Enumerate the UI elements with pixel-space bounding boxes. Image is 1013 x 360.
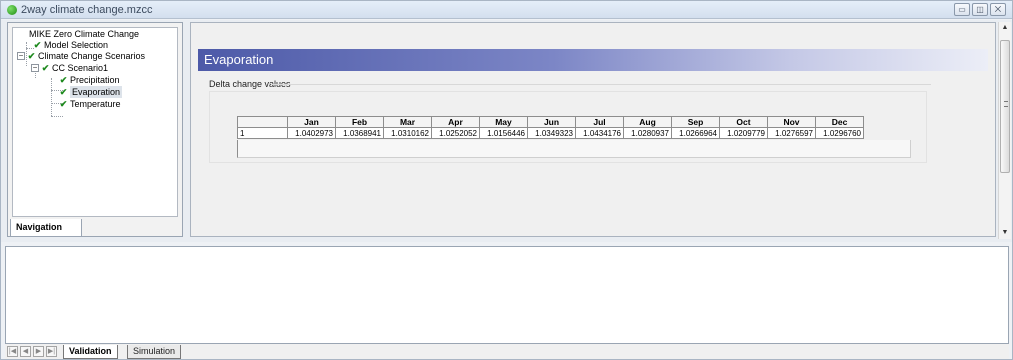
check-icon: ✔ (59, 75, 68, 85)
minimize-button[interactable]: ▭ (954, 3, 970, 16)
restore-button[interactable]: ◫ (972, 3, 988, 16)
table-cell[interactable]: 1.0402973 (287, 127, 336, 139)
check-icon: ✔ (41, 63, 50, 73)
content-panel: Evaporation Delta change values Jan Feb … (190, 22, 996, 237)
table-cell[interactable]: 1.0434176 (575, 127, 624, 139)
main-window: 2way climate change.mzcc ▭ ◫ ⨉ MIKE Zero… (0, 0, 1013, 360)
row-number-cell[interactable]: 1 (237, 127, 288, 139)
window-controls: ▭ ◫ ⨉ (954, 3, 1006, 16)
column-header[interactable]: Jan (287, 116, 336, 128)
column-header[interactable]: Jul (575, 116, 624, 128)
scrollbar-thumb[interactable] (1000, 40, 1010, 173)
grip-icon (1004, 101, 1008, 107)
table-cell[interactable]: 1.0349323 (527, 127, 576, 139)
column-header[interactable]: Apr (431, 116, 480, 128)
tree-connector (51, 116, 63, 117)
window-title: 2way climate change.mzcc (21, 4, 153, 16)
collapse-icon[interactable]: − (17, 52, 25, 60)
tree-item-label: CC Scenario1 (52, 63, 109, 73)
page-title: Evaporation (204, 52, 274, 67)
tree-item-label: Evaporation (70, 86, 123, 98)
section-header: Evaporation (198, 49, 988, 71)
table-cell[interactable]: 1.0368941 (335, 127, 384, 139)
table-cell[interactable]: 1.0296760 (815, 127, 864, 139)
sheet-tab-bar: |◀ ◀ ▶ ▶| Validation Simulation (5, 344, 1009, 359)
table-empty-area[interactable] (237, 140, 911, 158)
tab-simulation[interactable]: Simulation (127, 345, 182, 359)
table-cell[interactable]: 1.0276597 (767, 127, 816, 139)
check-icon: ✔ (59, 87, 68, 97)
table-cell[interactable]: 1.0252052 (431, 127, 480, 139)
title-bar[interactable]: 2way climate change.mzcc ▭ ◫ ⨉ (1, 1, 1012, 19)
column-header[interactable] (237, 116, 288, 128)
table-cell[interactable]: 1.0280937 (623, 127, 672, 139)
output-panel[interactable] (5, 246, 1009, 344)
navigation-panel: MIKE Zero Climate Change ✔ Model Selecti… (7, 22, 183, 237)
upper-area: MIKE Zero Climate Change ✔ Model Selecti… (1, 20, 1012, 242)
column-header[interactable]: Sep (671, 116, 720, 128)
table-cell[interactable]: 1.0156446 (479, 127, 528, 139)
vertical-scrollbar[interactable]: ▲ ▼ (998, 22, 1011, 239)
scroll-down-icon[interactable]: ▼ (999, 227, 1011, 239)
column-header[interactable]: Dec (815, 116, 864, 128)
tree-item-label: Climate Change Scenarios (38, 51, 146, 61)
tree-item-label: Precipitation (70, 75, 120, 85)
tree-item-cc-scenario1[interactable]: − ✔ CC Scenario1 (31, 62, 108, 74)
check-icon: ✔ (27, 51, 36, 61)
column-header[interactable]: Feb (335, 116, 384, 128)
tree-connector (51, 78, 52, 116)
first-sheet-icon[interactable]: |◀ (7, 346, 18, 357)
column-header[interactable]: Oct (719, 116, 768, 128)
tree-item-label: Temperature (70, 99, 121, 109)
tab-navigation[interactable]: Navigation (10, 219, 82, 237)
table-cell[interactable]: 1.0266964 (671, 127, 720, 139)
tree-item-climate-change-scenarios[interactable]: − ✔ Climate Change Scenarios (17, 50, 145, 62)
tab-validation[interactable]: Validation (63, 345, 118, 359)
column-header[interactable]: Aug (623, 116, 672, 128)
collapse-icon[interactable]: − (31, 64, 39, 72)
column-header[interactable]: Jun (527, 116, 576, 128)
group-divider (271, 84, 931, 85)
previous-sheet-icon[interactable]: ◀ (20, 346, 31, 357)
column-header[interactable]: Mar (383, 116, 432, 128)
check-icon: ✔ (59, 99, 68, 109)
tree-item-precipitation[interactable]: ✔ Precipitation (59, 74, 120, 86)
scroll-up-icon[interactable]: ▲ (999, 22, 1011, 34)
delta-change-table[interactable]: Jan Feb Mar Apr May Jun Jul Aug Sep Oct … (237, 116, 864, 139)
table-cell[interactable]: 1.0310162 (383, 127, 432, 139)
column-header[interactable]: May (479, 116, 528, 128)
tree-item-temperature[interactable]: ✔ Temperature (59, 98, 121, 110)
last-sheet-icon[interactable]: ▶| (46, 346, 57, 357)
table-header-row: Jan Feb Mar Apr May Jun Jul Aug Sep Oct … (237, 116, 864, 128)
table-row: 1 1.0402973 1.0368941 1.0310162 1.025205… (237, 127, 864, 139)
next-sheet-icon[interactable]: ▶ (33, 346, 44, 357)
tree-item-evaporation[interactable]: ✔ Evaporation (59, 86, 123, 98)
navigation-tree[interactable]: MIKE Zero Climate Change ✔ Model Selecti… (12, 27, 178, 217)
app-status-icon (7, 5, 17, 15)
close-button[interactable]: ⨉ (990, 3, 1006, 16)
table-cell[interactable]: 1.0209779 (719, 127, 768, 139)
column-header[interactable]: Nov (767, 116, 816, 128)
